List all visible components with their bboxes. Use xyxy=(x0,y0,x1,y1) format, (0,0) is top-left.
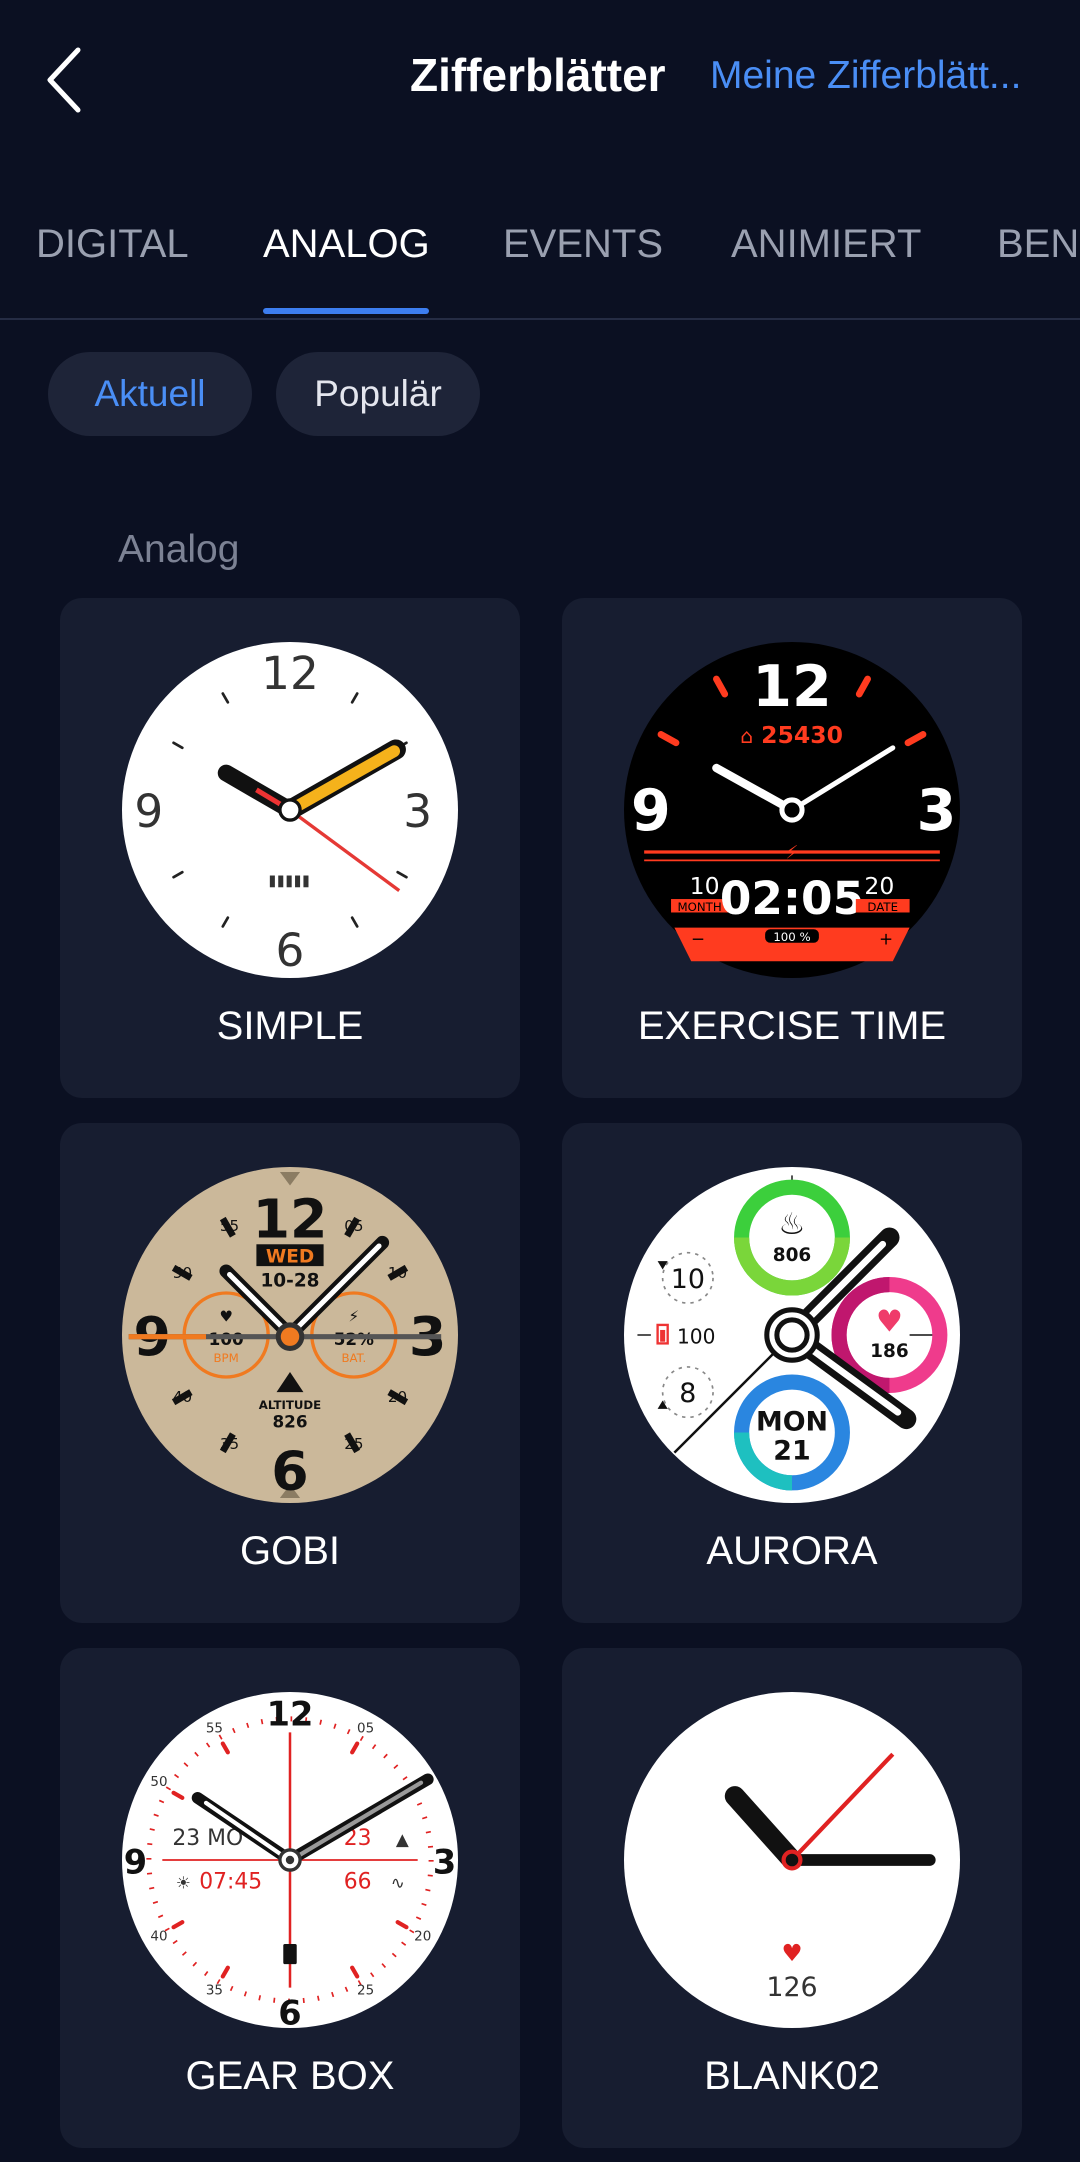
min-55: 55 xyxy=(220,1217,239,1235)
sunrise-time: 07:45 xyxy=(199,1870,262,1895)
watch-date: 10-28 xyxy=(260,1270,319,1291)
watchface-name: SIMPLE xyxy=(216,1004,364,1048)
svg-text:6: 6 xyxy=(276,924,305,977)
min-35: 35 xyxy=(220,1435,239,1453)
watchface-name: BLANK02 xyxy=(704,2054,880,2098)
watch-hour-10: 10 xyxy=(671,1264,705,1295)
heart-icon: ♥ xyxy=(219,1308,233,1326)
sunrise-icon: ☀ xyxy=(176,1873,191,1893)
heart-value: 186 xyxy=(870,1341,909,1362)
watch-hour-12: 12 xyxy=(253,1188,328,1251)
min-05: 05 xyxy=(357,1721,374,1736)
altitude-value: 826 xyxy=(272,1411,307,1431)
watch-hour-9: 9 xyxy=(124,1842,147,1881)
top-bar: Zifferblätter Meine Zifferblätt... xyxy=(0,0,1080,160)
exercise-time-watchface-icon: 12 25430 ⌂ 9 3 ⚡ 10 MONTH 02:05 20 DATE … xyxy=(624,642,960,978)
watchface-card-gobi[interactable]: 55 05 50 10 40 20 35 25 12 WED 10-28 9 3… xyxy=(60,1123,520,1623)
watch-steps: 25430 xyxy=(761,721,843,749)
page-title: Zifferblätter xyxy=(410,49,666,101)
category-tabs: DIGITAL ANALOG EVENTS ANIMIERT BEN xyxy=(0,200,1080,320)
left-date: 23 MO xyxy=(172,1826,243,1851)
heart-icon: ♥ xyxy=(876,1305,903,1340)
minus-icon: − xyxy=(691,928,705,948)
simple-watchface-icon: 12 3 6 9 xyxy=(122,642,458,978)
tab-ben[interactable]: BEN xyxy=(997,222,1079,267)
lightning-icon: ⚡ xyxy=(349,1308,360,1326)
min-05: 05 xyxy=(344,1217,363,1235)
watchface-name: GEAR BOX xyxy=(185,2054,395,2098)
calories-value: 806 xyxy=(773,1245,812,1266)
watch-date: 21 xyxy=(773,1435,810,1466)
date-label: DATE xyxy=(867,900,898,914)
watchface-name: GOBI xyxy=(239,1529,341,1573)
svg-text:9: 9 xyxy=(134,785,163,838)
min-40: 40 xyxy=(150,1930,167,1945)
min-20: 20 xyxy=(414,1930,431,1945)
gobi-watchface-icon: 55 05 50 10 40 20 35 25 12 WED 10-28 9 3… xyxy=(122,1167,458,1503)
min-20: 20 xyxy=(388,1388,407,1406)
mountain-icon: ▲ xyxy=(396,1829,409,1849)
my-watchfaces-link[interactable]: Meine Zifferblätt... xyxy=(710,54,1021,98)
min-55: 55 xyxy=(206,1721,223,1736)
watch-hour-6: 6 xyxy=(278,1994,301,2028)
watch-day: WED xyxy=(266,1247,314,1268)
aurora-watchface-icon: ♨ 806 ♥ 186 MON 21 10 100 8 xyxy=(624,1167,960,1503)
watch-hour-3: 3 xyxy=(917,778,957,844)
svg-text:12: 12 xyxy=(261,647,319,700)
watchface-card-simple[interactable]: 12 3 6 9 SIMPLE xyxy=(60,598,520,1098)
min-40: 40 xyxy=(173,1388,192,1406)
bpm-label: BPM xyxy=(214,1351,239,1365)
svg-text:3: 3 xyxy=(403,785,432,838)
altitude-label: ALTITUDE xyxy=(259,1398,321,1412)
watch-hour-6: 6 xyxy=(271,1440,308,1503)
watch-hour-8: 8 xyxy=(679,1378,696,1409)
watch-month: 10 xyxy=(690,872,720,900)
heart-value: 126 xyxy=(766,1972,817,2003)
min-25: 25 xyxy=(344,1435,363,1453)
tab-analog[interactable]: ANALOG xyxy=(263,222,430,267)
month-label: MONTH xyxy=(677,900,721,914)
watch-day: MON xyxy=(756,1407,828,1438)
min-50: 50 xyxy=(150,1775,167,1790)
watchface-name: EXERCISE TIME xyxy=(637,1004,947,1048)
heart-value: 66 xyxy=(344,1870,372,1895)
min-10: 10 xyxy=(388,1264,407,1282)
watch-date: 20 xyxy=(864,872,894,900)
watch-time: 02:05 xyxy=(720,872,864,925)
battery-value: 100 xyxy=(677,1324,715,1348)
shoe-icon: ⌂ xyxy=(740,724,753,748)
watchface-name: AURORA xyxy=(706,1529,878,1573)
min-25: 25 xyxy=(357,1983,374,1998)
tab-digital[interactable]: DIGITAL xyxy=(36,222,189,267)
filter-aktuell-chip[interactable]: Aktuell xyxy=(48,352,252,436)
watch-hour-9: 9 xyxy=(631,778,671,844)
filter-populaer-chip[interactable]: Populär xyxy=(276,352,480,436)
battery-percent: 100 % xyxy=(773,930,810,944)
tab-events[interactable]: EVENTS xyxy=(503,222,663,267)
watch-hour-12: 12 xyxy=(267,1695,314,1734)
flame-icon: ♨ xyxy=(778,1207,805,1242)
blank02-watchface-icon: ♥ 126 xyxy=(624,1692,960,2028)
watchface-card-aurora[interactable]: ♨ 806 ♥ 186 MON 21 10 100 8 AURORA xyxy=(562,1123,1022,1623)
watchface-card-blank02[interactable]: ♥ 126 BLANK02 xyxy=(562,1648,1022,2148)
min-35: 35 xyxy=(206,1983,223,1998)
pulse-icon: ∿ xyxy=(391,1873,405,1893)
watchface-card-gear-box[interactable]: 55 05 50 40 20 35 25 12 9 3 6 23 MO 23 ▲… xyxy=(60,1648,520,2148)
min-50: 50 xyxy=(173,1264,192,1282)
plus-icon: + xyxy=(879,928,893,948)
heart-icon: ♥ xyxy=(781,1939,802,1967)
watchface-card-exercise-time[interactable]: 12 25430 ⌂ 9 3 ⚡ 10 MONTH 02:05 20 DATE … xyxy=(562,598,1022,1098)
back-arrow-icon[interactable] xyxy=(40,40,90,120)
runner-icon: ⚡ xyxy=(786,843,799,864)
watch-hour-3: 3 xyxy=(433,1842,456,1881)
watch-hour-12: 12 xyxy=(752,654,831,720)
tab-animiert[interactable]: ANIMIERT xyxy=(731,222,921,267)
active-tab-indicator xyxy=(263,308,429,314)
battery-label: BAT. xyxy=(341,1351,366,1365)
section-title: Analog xyxy=(118,528,240,571)
gear-box-watchface-icon: 55 05 50 40 20 35 25 12 9 3 6 23 MO 23 ▲… xyxy=(122,1692,458,2028)
